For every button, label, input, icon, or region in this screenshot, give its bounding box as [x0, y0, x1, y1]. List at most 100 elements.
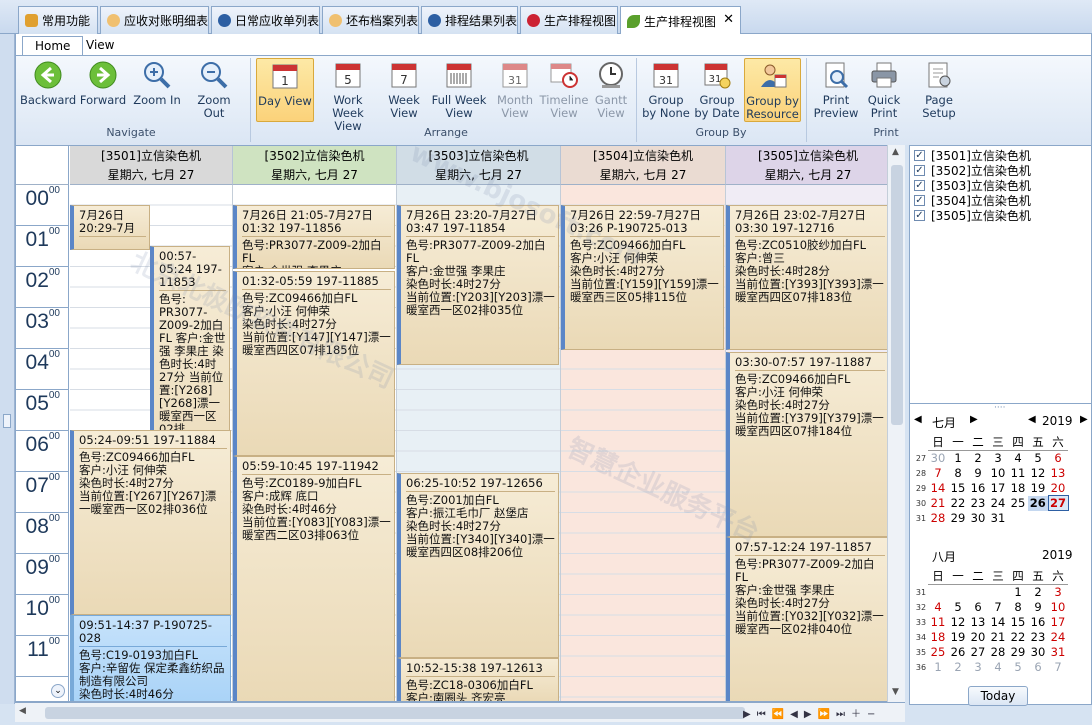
- next-year-icon[interactable]: ▶: [1080, 414, 1088, 425]
- calendar-day[interactable]: 6: [968, 600, 988, 615]
- scroll-thumb[interactable]: [45, 707, 745, 719]
- appointment[interactable]: 7月26日 21:05-7月27日 01:32 197-11856 色号:PR30…: [233, 205, 395, 269]
- prev-year-icon[interactable]: ◀: [1028, 414, 1036, 425]
- appointment[interactable]: 7月26日 22:59-7月27日 03:26 P-190725-013 色号:Z…: [561, 205, 724, 350]
- calendar-day[interactable]: 17: [1048, 615, 1068, 630]
- calendar-day[interactable]: 11: [1008, 466, 1028, 481]
- calendar-day[interactable]: 1: [948, 451, 968, 466]
- appointment[interactable]: 07:57-12:24 197-11857 色号:PR3077-Z009-2加白F…: [726, 537, 889, 701]
- calendar-day[interactable]: 3: [988, 451, 1008, 466]
- calendar-day[interactable]: 3: [968, 660, 988, 675]
- calendar-day[interactable]: 30: [968, 511, 988, 526]
- calendar-day[interactable]: 15: [948, 481, 968, 496]
- calendar-day[interactable]: 15: [1008, 615, 1028, 630]
- calendar-day[interactable]: 23: [1028, 630, 1048, 645]
- scheduler-day-view[interactable]: [3501]立信染色机 星期六, 七月 27 [3502]立信染色机 星期六, 七月 …: [15, 145, 905, 702]
- calendar-day[interactable]: 31: [1048, 645, 1068, 660]
- calendar-day[interactable]: 27: [1047, 495, 1069, 511]
- zoom-out-button[interactable]: Zoom Out: [186, 58, 242, 122]
- next-month-icon[interactable]: ▶: [970, 414, 978, 425]
- resource-header[interactable]: [3504]立信染色机: [561, 146, 726, 166]
- splitter-grip[interactable]: ····: [994, 403, 1005, 413]
- calendar-day[interactable]: 22: [948, 496, 968, 511]
- resource-checkbox-item[interactable]: ✓ [3502]立信染色机: [914, 163, 1031, 178]
- backward-button[interactable]: Backward: [20, 58, 76, 122]
- resource-header[interactable]: [3501]立信染色机: [70, 146, 233, 166]
- calendar-day[interactable]: 25: [928, 645, 948, 660]
- close-icon[interactable]: ✕: [723, 12, 734, 27]
- calendar-day[interactable]: [948, 585, 968, 600]
- group-by-date-button[interactable]: 31 Group by Date: [693, 58, 741, 122]
- collapse-handle[interactable]: [3, 414, 11, 428]
- appointment[interactable]: 7月26日 23:20-7月27日 03:47 197-11854 色号:PR30…: [397, 205, 559, 365]
- tab-daily-receivable[interactable]: 日常应收单列表: [211, 6, 320, 34]
- calendar-day[interactable]: 4: [928, 600, 948, 615]
- checkbox-checked-icon[interactable]: ✓: [914, 195, 925, 206]
- resource-checkbox-item[interactable]: ✓ [3505]立信染色机: [914, 208, 1031, 223]
- calendar-day[interactable]: 5: [1008, 660, 1028, 675]
- appointment[interactable]: 10:52-15:38 197-12613 色号:ZC18-0306加白FL 客户:…: [397, 658, 559, 701]
- scroll-down-icon[interactable]: ⌄: [51, 684, 65, 698]
- day-view-button[interactable]: 1 Day View: [256, 58, 314, 122]
- left-collapse-strip[interactable]: [0, 34, 15, 704]
- appointment[interactable]: 01:32-05:59 197-11885 色号:ZC09466加白FL 客户:小汪…: [233, 271, 395, 456]
- calendar-day[interactable]: 29: [948, 511, 968, 526]
- calendar-day[interactable]: [1008, 511, 1028, 526]
- resource-header[interactable]: [3502]立信染色机: [233, 146, 397, 166]
- calendar-day[interactable]: 16: [1028, 615, 1048, 630]
- calendar-day[interactable]: 24: [1048, 630, 1068, 645]
- vertical-scrollbar[interactable]: ▲ ▼: [887, 145, 905, 702]
- calendar-grid[interactable]: 日一二三四五六 31 1 2 3 32 4 5 6 7 8 9 10 33 11 12 13 14 15 16 17 34…: [914, 568, 1068, 675]
- calendar-day[interactable]: 6: [1028, 660, 1048, 675]
- calendar-day[interactable]: 10: [1048, 600, 1068, 615]
- calendar-day[interactable]: 3: [1048, 585, 1068, 600]
- checkbox-checked-icon[interactable]: ✓: [914, 210, 925, 221]
- calendar-day[interactable]: 8: [1008, 600, 1028, 615]
- date-header[interactable]: 星期六, 七月 27: [726, 166, 891, 185]
- calendar-day[interactable]: 20: [968, 630, 988, 645]
- calendar-day[interactable]: 18: [928, 630, 948, 645]
- date-header[interactable]: 星期六, 七月 27: [233, 166, 397, 185]
- calendar-day[interactable]: [988, 585, 1008, 600]
- tab-schedule-result[interactable]: 排程结果列表: [421, 6, 518, 34]
- calendar-day[interactable]: 28: [988, 645, 1008, 660]
- calendar-day[interactable]: 11: [928, 615, 948, 630]
- calendar-grid[interactable]: 日一二三四五六 27 30 1 2 3 4 5 6 28 7 8 9 10 11 12 13 29 14 15 16 17…: [914, 434, 1069, 526]
- today-button[interactable]: Today: [968, 686, 1028, 706]
- calendar-day[interactable]: 14: [928, 481, 948, 496]
- calendar-day[interactable]: 25: [1008, 496, 1028, 511]
- resource-header[interactable]: [3503]立信染色机: [397, 146, 561, 166]
- calendar-day[interactable]: 19: [948, 630, 968, 645]
- calendar-day[interactable]: 19: [1028, 481, 1048, 496]
- calendar-day[interactable]: 14: [988, 615, 1008, 630]
- calendar-day[interactable]: 9: [1028, 600, 1048, 615]
- resource-checkbox-item[interactable]: ✓ [3504]立信染色机: [914, 193, 1031, 208]
- scroll-up-arrow-icon[interactable]: ▲: [892, 147, 899, 157]
- appointment[interactable]: 05:59-10:45 197-11942 色号:ZC0189-9加白FL 客户:成…: [233, 456, 395, 701]
- appointment[interactable]: 09:51-14:37 P-190725-028 色号:C19-0193加白FL 客…: [70, 615, 231, 701]
- scroll-left-arrow-icon[interactable]: ◀: [19, 706, 26, 716]
- quick-print-button[interactable]: Quick Print: [862, 58, 906, 122]
- page-setup-button[interactable]: Page Setup: [908, 58, 970, 122]
- calendar-day[interactable]: 16: [968, 481, 988, 496]
- checkbox-checked-icon[interactable]: ✓: [914, 150, 925, 161]
- resource-checkbox-item[interactable]: ✓ [3501]立信染色机: [914, 148, 1031, 163]
- date-header[interactable]: 星期六, 七月 27: [397, 166, 561, 185]
- calendar-day[interactable]: 21: [928, 496, 948, 511]
- calendar-day[interactable]: 17: [988, 481, 1008, 496]
- calendar-day[interactable]: [1028, 511, 1048, 526]
- tab-production-schedule[interactable]: 生产排程视图: [520, 6, 618, 34]
- calendar-day[interactable]: 30: [1028, 645, 1048, 660]
- calendar-day[interactable]: 8: [948, 466, 968, 481]
- calendar-day[interactable]: 31: [988, 511, 1008, 526]
- calendar-day[interactable]: 13: [1048, 466, 1068, 481]
- appointment[interactable]: 05:24-09:51 197-11884 色号:ZC09466加白FL 客户:小汪…: [70, 430, 231, 615]
- calendar-day[interactable]: 5: [948, 600, 968, 615]
- checkbox-checked-icon[interactable]: ✓: [914, 165, 925, 176]
- appointment[interactable]: 06:25-10:52 197-12656 色号:Z001加白FL 客户:振江毛巾厂…: [397, 473, 559, 658]
- appointment[interactable]: 7月26日 23:02-7月27日 03:30 197-12716 色号:ZC05…: [726, 205, 889, 350]
- calendar-day[interactable]: 6: [1048, 451, 1068, 466]
- week-view-button[interactable]: 7 Week View: [382, 58, 426, 122]
- calendar-day[interactable]: 18: [1008, 481, 1028, 496]
- calendar-day[interactable]: 28: [928, 511, 948, 526]
